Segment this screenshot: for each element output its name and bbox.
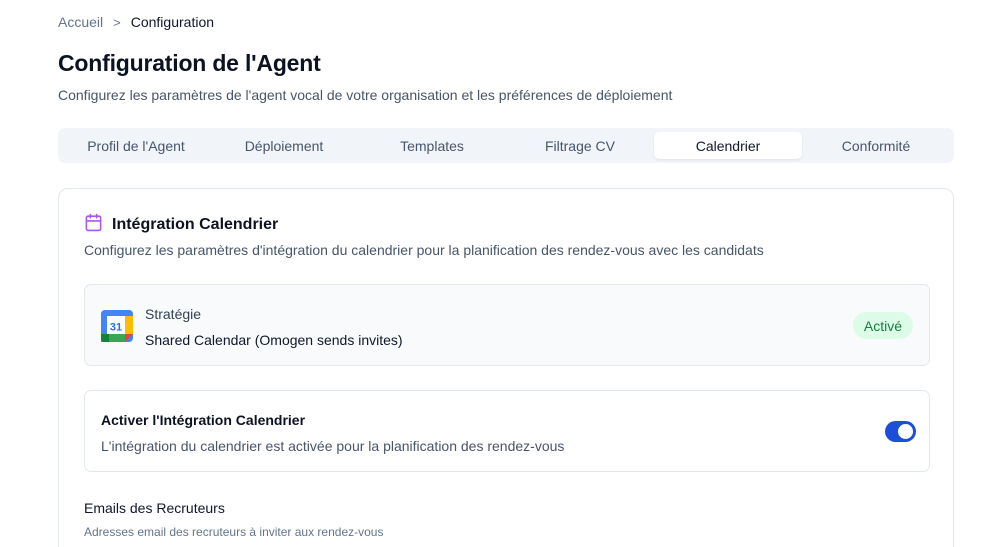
- page-subtitle: Configurez les paramètres de l'agent voc…: [58, 87, 673, 103]
- tab-calendar[interactable]: Calendrier: [654, 132, 802, 159]
- recruiter-emails-help: Adresses email des recruteurs à inviter …: [84, 525, 384, 539]
- card-description: Configurez les paramètres d'intégration …: [84, 242, 764, 258]
- breadcrumb-current: Configuration: [130, 14, 215, 30]
- integration-toggle-panel: Activer l'Intégration Calendrier L'intég…: [84, 390, 930, 472]
- tab-deployment[interactable]: Déploiement: [210, 132, 358, 159]
- recruiter-emails-label: Emails des Recruteurs: [84, 500, 225, 516]
- strategy-value: Shared Calendar (Omogen sends invites): [145, 332, 403, 348]
- card-title: Intégration Calendrier: [112, 216, 279, 233]
- tab-compliance[interactable]: Conformité: [802, 132, 950, 159]
- calendar-icon: [84, 213, 103, 237]
- breadcrumb-home-link[interactable]: Accueil: [58, 14, 103, 30]
- configuration-page: Accueil > Configuration Configuration de…: [0, 0, 1007, 547]
- breadcrumb: Accueil > Configuration: [58, 14, 214, 30]
- integration-toggle-title: Activer l'Intégration Calendrier: [101, 412, 306, 428]
- settings-tabs: Profil de l'Agent Déploiement Templates …: [58, 128, 954, 163]
- tab-cv-filtering[interactable]: Filtrage CV: [506, 132, 654, 159]
- tab-agent-profile[interactable]: Profil de l'Agent: [62, 132, 210, 159]
- tab-templates[interactable]: Templates: [358, 132, 506, 159]
- status-badge: Activé: [852, 312, 913, 339]
- google-calendar-icon: 31: [101, 310, 133, 342]
- toggle-knob: [898, 424, 913, 439]
- strategy-panel: 31 Stratégie Shared Calendar (Omogen sen…: [84, 284, 930, 366]
- card-header: Intégration Calendrier: [84, 213, 278, 237]
- strategy-label: Stratégie: [145, 306, 202, 322]
- breadcrumb-chevron-icon: >: [113, 14, 121, 30]
- integration-toggle-description: L'intégration du calendrier est activée …: [101, 438, 565, 454]
- page-title: Configuration de l'Agent: [58, 50, 321, 76]
- calendar-integration-toggle[interactable]: [885, 421, 916, 442]
- google-calendar-icon-date: 31: [110, 322, 122, 334]
- calendar-integration-card: Intégration Calendrier Configurez les pa…: [58, 188, 954, 547]
